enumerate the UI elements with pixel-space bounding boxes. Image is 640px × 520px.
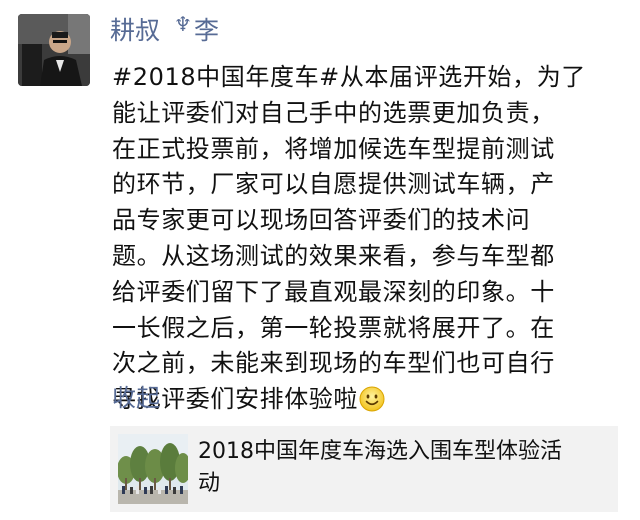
avatar-photo-icon — [18, 14, 90, 86]
post-text-line: 次之前，未能来到现场的车型们也可自行 — [112, 349, 555, 378]
post-text-line: 的环节，厂家可以自愿提供测试车辆，产 — [112, 170, 555, 199]
smile-emoji-icon — [359, 386, 385, 412]
author-name-part1: 耕叔 — [110, 16, 161, 45]
post-text-line: 品专家更可以现场回答评委们的技术问 — [112, 206, 531, 235]
author-name-symbol: ♆ — [174, 12, 192, 36]
collapse-link[interactable]: 收起 — [112, 378, 160, 413]
post-text-line: 一长假之后，第一轮投票就将展开了。在 — [112, 313, 555, 342]
post-text-line: #2018中国年度车#从本届评选开始，为了 — [112, 63, 586, 91]
author-name[interactable]: 耕叔 ♆ 李 — [110, 12, 219, 46]
post-text: #2018中国年度车#从本届评选开始，为了 能让评委们对自己手中的选票更加负责，… — [112, 60, 612, 418]
shared-link-card[interactable]: 2018中国年度车海选入围车型体验活 动 — [110, 426, 618, 512]
moment-post: 耕叔 ♆ 李 #2018中国年度车#从本届评选开始，为了 能让评委们对自己手中的… — [0, 0, 640, 520]
trees-photo-icon — [118, 434, 188, 504]
link-title-line: 动 — [198, 471, 221, 496]
post-text-line: 能让评委们对自己手中的选票更加负责， — [112, 98, 555, 127]
link-title: 2018中国年度车海选入围车型体验活 动 — [198, 436, 608, 500]
post-text-line: 在正式投票前，将增加候选车型提前测试 — [112, 134, 555, 163]
post-text-line: 题。从这场测试的效果来看，参与车型都 — [112, 241, 555, 270]
author-name-part2: 李 — [193, 16, 219, 45]
post-text-line: 给评委们留下了最直观最深刻的印象。十 — [112, 277, 555, 306]
link-title-line: 2018中国年度车海选入围车型体验活 — [198, 439, 562, 464]
link-thumbnail — [118, 434, 188, 504]
author-avatar[interactable] — [18, 14, 90, 86]
post-text-last-line: 寻找评委们安排体验啦 — [112, 382, 612, 418]
